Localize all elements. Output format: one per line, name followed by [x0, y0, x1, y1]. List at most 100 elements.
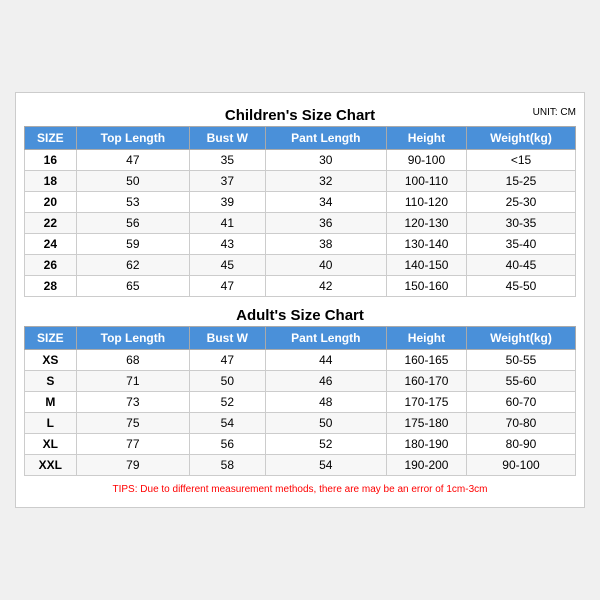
table-cell: 90-100: [466, 455, 575, 476]
table-cell: 62: [76, 255, 189, 276]
table-cell: 50-55: [466, 350, 575, 371]
table-row: L755450175-18070-80: [25, 413, 576, 434]
adults-header-row: SIZE Top Length Bust W Pant Length Heigh…: [25, 327, 576, 350]
table-cell: L: [25, 413, 77, 434]
table-cell: 47: [190, 276, 266, 297]
table-cell: 79: [76, 455, 189, 476]
table-row: 18503732100-11015-25: [25, 171, 576, 192]
table-cell: 70-80: [466, 413, 575, 434]
table-cell: 65: [76, 276, 189, 297]
table-cell: 75: [76, 413, 189, 434]
table-row: XXL795854190-20090-100: [25, 455, 576, 476]
table-cell: 68: [76, 350, 189, 371]
table-row: 1647353090-100<15: [25, 150, 576, 171]
table-cell: XXL: [25, 455, 77, 476]
table-cell: 160-170: [386, 371, 466, 392]
table-cell: 52: [190, 392, 266, 413]
table-cell: 45-50: [466, 276, 575, 297]
table-cell: 48: [265, 392, 386, 413]
table-cell: 16: [25, 150, 77, 171]
adults-section-title: Adult's Size Chart: [24, 303, 576, 326]
table-cell: 39: [190, 192, 266, 213]
table-cell: 140-150: [386, 255, 466, 276]
table-row: 22564136120-13030-35: [25, 213, 576, 234]
table-cell: 20: [25, 192, 77, 213]
adults-col-bust-w: Bust W: [190, 327, 266, 350]
table-cell: 26: [25, 255, 77, 276]
children-header-row: SIZE Top Length Bust W Pant Length Heigh…: [25, 127, 576, 150]
table-cell: 58: [190, 455, 266, 476]
table-cell: 56: [76, 213, 189, 234]
table-row: M735248170-17560-70: [25, 392, 576, 413]
table-cell: 71: [76, 371, 189, 392]
table-row: 28654742150-16045-50: [25, 276, 576, 297]
table-cell: 34: [265, 192, 386, 213]
table-cell: 130-140: [386, 234, 466, 255]
table-cell: 150-160: [386, 276, 466, 297]
table-cell: 54: [265, 455, 386, 476]
table-cell: 35: [190, 150, 266, 171]
adults-col-weight: Weight(kg): [466, 327, 575, 350]
table-cell: 50: [76, 171, 189, 192]
table-cell: 77: [76, 434, 189, 455]
children-col-weight: Weight(kg): [466, 127, 575, 150]
table-cell: 47: [76, 150, 189, 171]
table-cell: 35-40: [466, 234, 575, 255]
table-cell: 160-165: [386, 350, 466, 371]
table-cell: S: [25, 371, 77, 392]
table-cell: 175-180: [386, 413, 466, 434]
children-col-size: SIZE: [25, 127, 77, 150]
table-cell: 80-90: [466, 434, 575, 455]
table-row: 24594338130-14035-40: [25, 234, 576, 255]
table-cell: 18: [25, 171, 77, 192]
table-cell: XS: [25, 350, 77, 371]
table-row: XS684744160-16550-55: [25, 350, 576, 371]
adults-table: SIZE Top Length Bust W Pant Length Heigh…: [24, 326, 576, 476]
table-cell: 50: [265, 413, 386, 434]
table-row: 26624540140-15040-45: [25, 255, 576, 276]
table-cell: 30: [265, 150, 386, 171]
adults-col-height: Height: [386, 327, 466, 350]
table-cell: 32: [265, 171, 386, 192]
children-col-pant-length: Pant Length: [265, 127, 386, 150]
table-cell: 25-30: [466, 192, 575, 213]
adults-col-top-length: Top Length: [76, 327, 189, 350]
adults-col-size: SIZE: [25, 327, 77, 350]
unit-label: UNIT: CM: [533, 107, 576, 118]
table-cell: 100-110: [386, 171, 466, 192]
table-row: 20533934110-12025-30: [25, 192, 576, 213]
table-cell: 190-200: [386, 455, 466, 476]
table-cell: 52: [265, 434, 386, 455]
table-cell: 36: [265, 213, 386, 234]
table-row: XL775652180-19080-90: [25, 434, 576, 455]
table-cell: 90-100: [386, 150, 466, 171]
table-cell: 60-70: [466, 392, 575, 413]
table-cell: 43: [190, 234, 266, 255]
children-col-height: Height: [386, 127, 466, 150]
table-cell: 56: [190, 434, 266, 455]
table-cell: 42: [265, 276, 386, 297]
table-cell: M: [25, 392, 77, 413]
adults-col-pant-length: Pant Length: [265, 327, 386, 350]
table-cell: 40: [265, 255, 386, 276]
children-title-text: Children's Size Chart: [225, 107, 375, 124]
table-cell: 59: [76, 234, 189, 255]
table-cell: 170-175: [386, 392, 466, 413]
table-cell: 45: [190, 255, 266, 276]
table-cell: 37: [190, 171, 266, 192]
table-cell: 44: [265, 350, 386, 371]
table-cell: 41: [190, 213, 266, 234]
children-section-title: Children's Size Chart UNIT: CM: [24, 103, 576, 126]
table-cell: 110-120: [386, 192, 466, 213]
table-cell: 46: [265, 371, 386, 392]
table-cell: 38: [265, 234, 386, 255]
table-cell: 28: [25, 276, 77, 297]
table-row: S715046160-17055-60: [25, 371, 576, 392]
children-col-bust-w: Bust W: [190, 127, 266, 150]
table-cell: XL: [25, 434, 77, 455]
table-cell: 55-60: [466, 371, 575, 392]
table-cell: 24: [25, 234, 77, 255]
table-cell: <15: [466, 150, 575, 171]
children-table: SIZE Top Length Bust W Pant Length Heigh…: [24, 126, 576, 297]
table-cell: 120-130: [386, 213, 466, 234]
